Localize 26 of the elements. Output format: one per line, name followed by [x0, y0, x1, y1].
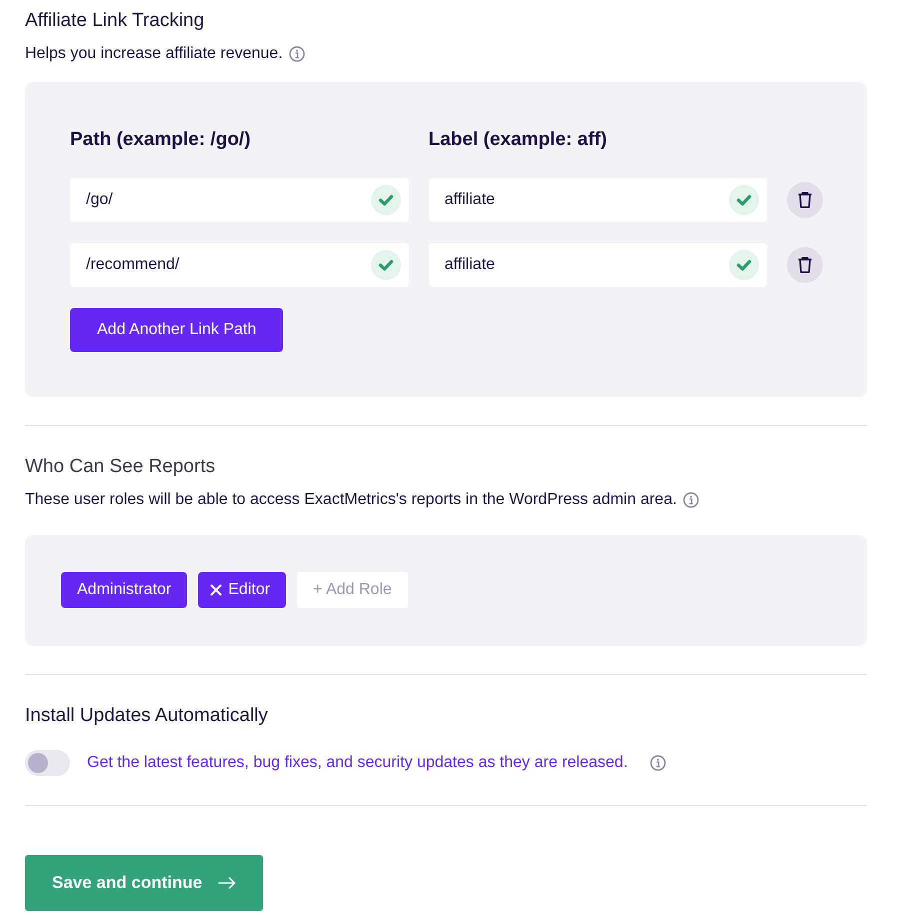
- delete-button[interactable]: [787, 247, 823, 283]
- add-link-path-button[interactable]: Add Another Link Path: [70, 308, 284, 352]
- path-field[interactable]: /go/: [70, 178, 408, 222]
- arrow-right-icon: [218, 877, 236, 889]
- info-icon[interactable]: [288, 46, 305, 62]
- column-header: Label (example: aff): [428, 129, 607, 151]
- trash-icon: [797, 256, 813, 274]
- path-field[interactable]: /recommend/: [70, 243, 408, 287]
- label-field[interactable]: affiliate: [428, 243, 767, 287]
- delete-button[interactable]: [787, 182, 823, 218]
- section-title: Install Updates Automatically: [25, 705, 268, 727]
- column-header: Path (example: /go/): [70, 129, 251, 151]
- info-icon[interactable]: [682, 492, 699, 508]
- trash-icon: [797, 191, 813, 209]
- info-icon[interactable]: [650, 755, 666, 771]
- section-title: Affiliate Link Tracking: [25, 10, 204, 32]
- toggle-description: Get the latest features, bug fixes, and security updates as they are released.: [87, 753, 628, 773]
- toggle-switch[interactable]: [25, 750, 70, 776]
- section-description: Helps you increase affiliate revenue.: [25, 44, 283, 64]
- role-tag[interactable]: Editor: [198, 572, 286, 608]
- add-role-field[interactable]: + Add Role: [297, 572, 408, 608]
- close-icon[interactable]: [210, 584, 222, 596]
- section-description: These user roles will be able to access ExactMetrics's reports in the WordPress admin area.: [25, 490, 677, 510]
- section-title: Who Can See Reports: [25, 456, 216, 478]
- label-field[interactable]: affiliate: [428, 178, 767, 222]
- role-tag[interactable]: Administrator: [61, 572, 188, 608]
